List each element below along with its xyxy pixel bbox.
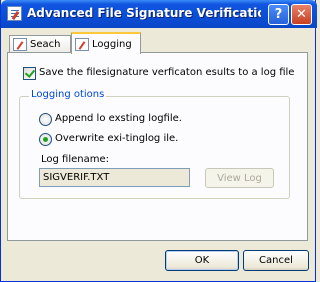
tab-logging-label: Logging <box>92 38 132 50</box>
tab-logging[interactable]: Logging <box>71 32 141 54</box>
signature-verification-icon <box>7 6 22 21</box>
ok-button[interactable]: OK <box>165 250 239 271</box>
logging-tab-icon <box>75 37 89 51</box>
cancel-button[interactable]: Cancel <box>243 250 309 271</box>
search-tab-icon <box>13 38 27 51</box>
dialog-window: Advanced File Signature Verification Set… <box>0 0 317 282</box>
logging-options-legend: Logging otions <box>29 89 107 100</box>
view-log-button[interactable]: View Log <box>205 168 274 188</box>
tab-search-label: Seach <box>30 39 61 50</box>
append-label[interactable]: Append lo exsting logfile. <box>55 113 182 124</box>
tab-search[interactable]: Seach <box>9 35 71 53</box>
append-radio[interactable] <box>39 113 52 126</box>
tab-strip: Seach Logging <box>7 32 307 54</box>
title-bar[interactable]: Advanced File Signature Verification Set… <box>1 0 317 28</box>
help-button[interactable]: ? <box>268 4 289 25</box>
save-results-checkbox[interactable] <box>23 67 36 80</box>
log-filename-field[interactable]: SIGVERIF.TXT <box>39 168 190 187</box>
window-title: Advanced File Signature Verification Set… <box>27 6 261 20</box>
close-button[interactable]: ✕ <box>291 4 312 25</box>
save-results-label[interactable]: Save the filesignature verficaton esults… <box>39 67 294 78</box>
log-filename-label: Log filename: <box>41 154 109 165</box>
overwrite-radio[interactable] <box>39 133 52 146</box>
overwrite-label[interactable]: Overwrite exi-tinglog ile. <box>55 133 178 144</box>
